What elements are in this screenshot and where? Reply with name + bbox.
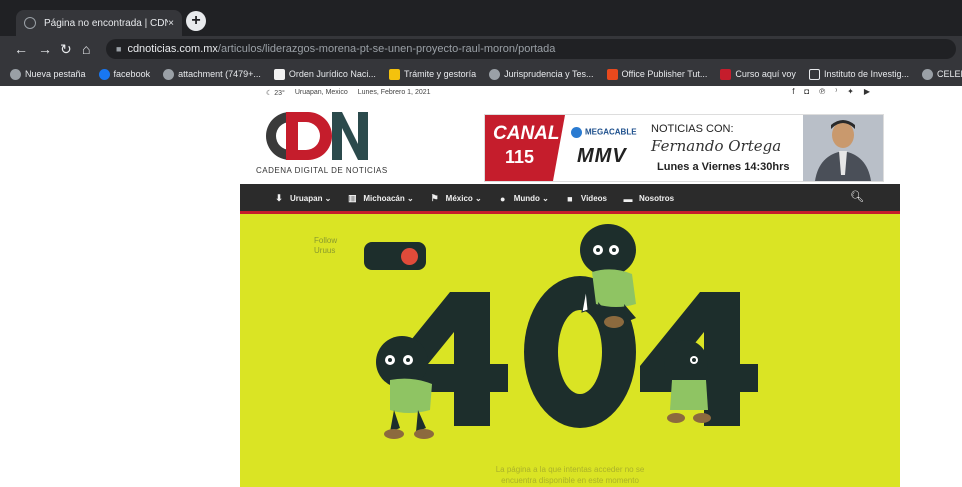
pin-icon: ⬇ (275, 193, 283, 203)
tab-title: Página no encontrada | CDN (44, 17, 169, 29)
twitter-icon[interactable]: ✦ (847, 87, 854, 96)
mmv-logo: MMV (577, 145, 627, 167)
address-bar[interactable]: ■ cdnoticias.com.mx /articulos/liderazgo… (106, 39, 956, 59)
facebook-icon[interactable]: f (792, 87, 794, 96)
bookmark-item[interactable]: Office Publisher Tut... (606, 68, 707, 80)
nav-mundo[interactable]: ● Mundo ⌄ (498, 193, 549, 204)
error-message: La página a la que intentas acceder no s… (495, 465, 645, 485)
bookmark-item[interactable]: Orden Jurídico Naci... (273, 68, 376, 80)
nav-michoacan[interactable]: ▥ Michoacán ⌄ (347, 193, 414, 204)
globe-icon (10, 68, 21, 80)
office-icon (606, 68, 618, 80)
nav-nosotros[interactable]: ▬ Nosotros (623, 193, 674, 204)
globe-icon: ● (500, 193, 506, 204)
error-404-hero: Follow Uruus La página a la que intentas… (240, 214, 900, 487)
course-icon (720, 68, 732, 80)
bookmark-item[interactable]: facebook (98, 68, 150, 80)
website: ☾ 23° Uruapan, Mexico Lunes, Febrero 1, … (240, 86, 900, 487)
browser-toolbar: ← → ↻ ⌂ ■ cdnoticias.com.mx /articulos/l… (0, 36, 962, 62)
top-info-strip: ☾ 23° Uruapan, Mexico Lunes, Febrero 1, … (240, 86, 900, 100)
nav-uruapan[interactable]: ⬇ Uruapan ⌄ (274, 193, 331, 204)
monitor-icon: ▬ (623, 193, 633, 204)
url-host: cdnoticias.com.mx (127, 43, 218, 55)
bookmark-item[interactable]: Nueva pestaña (10, 68, 86, 80)
nav-videos[interactable]: ■ Videos (565, 193, 607, 204)
browser-tab[interactable]: Página no encontrada | CDN × (16, 10, 182, 36)
institute-icon (808, 68, 820, 80)
nav-mexico[interactable]: ⚑ México ⌄ (430, 193, 482, 204)
banner-canal: CANAL (493, 123, 560, 144)
page-icon (273, 68, 285, 80)
rss-icon[interactable]: ⁾ (835, 87, 837, 96)
banner-host-signature: Fernando Ortega (651, 137, 782, 155)
character-left (376, 336, 434, 439)
bookmark-item[interactable]: Curso aquí voy (720, 68, 796, 80)
banner-hours: Lunes a Viernes 14:30hrs (657, 161, 790, 173)
logo-subtitle: CADENA DIGITAL DE NOTICIAS (256, 166, 388, 175)
page-favicon-icon (24, 17, 36, 29)
browser-tab-bar: Página no encontrada | CDN × + (0, 0, 962, 36)
404-illustration (376, 224, 758, 439)
bookmark-item[interactable]: attachment (7479+... (163, 68, 261, 80)
banner-noticias: NOTICIAS CON: (651, 123, 734, 135)
globe-icon (922, 68, 933, 80)
city-label: Uruapan, Mexico (294, 89, 348, 96)
bookmark-item[interactable]: CELEM (922, 68, 962, 80)
date-label: Lunes, Febrero 1, 2021 (357, 89, 431, 96)
flag-icon: ⚑ (430, 193, 439, 203)
video-icon: ■ (567, 193, 573, 204)
new-tab-button[interactable]: + (186, 11, 206, 31)
banner-channel-number: 115 (505, 147, 535, 167)
weather-temp: ☾ 23° (266, 90, 285, 97)
character-right (664, 340, 711, 423)
pinterest-icon[interactable]: ℗ (819, 87, 825, 96)
megacable-logo: MEGACABLE (571, 127, 637, 138)
back-arrow-icon[interactable]: ← (14, 41, 28, 57)
tab-close-icon[interactable]: × (168, 18, 174, 29)
cdn-logo[interactable]: CADENA DIGITAL DE NOTICIAS (250, 106, 390, 176)
bookmark-item[interactable]: Instituto de Investig... (808, 68, 909, 80)
lock-icon: ■ (116, 44, 122, 54)
presenter-photo (803, 115, 883, 181)
tv-ad-banner[interactable]: CANAL 115 MEGACABLE MMV NOTICIAS CON: Fe… (484, 114, 884, 182)
globe-icon (489, 68, 501, 80)
facebook-icon (98, 68, 110, 80)
instagram-icon[interactable]: ◘ (804, 87, 809, 96)
main-navbar: ⬇ Uruapan ⌄ ▥ Michoacán ⌄ ⚑ México ⌄ ● Mundo… (240, 184, 900, 214)
building-icon: ▥ (348, 193, 357, 203)
folder-icon (388, 68, 400, 80)
url-path: /articulos/liderazgos-morena-pt-se-unen-… (217, 43, 556, 55)
bookmark-item[interactable]: Trámite y gestoría (388, 68, 476, 80)
home-icon[interactable]: ⌂ (82, 41, 90, 57)
forward-arrow-icon[interactable]: → (38, 41, 52, 57)
reload-icon[interactable]: ↻ (60, 41, 72, 57)
youtube-icon[interactable]: ▶ (864, 87, 870, 96)
bookmark-item[interactable]: Jurisprudencia y Tes... (489, 68, 594, 80)
bookmarks-bar: Nueva pestaña facebook attachment (7479+… (0, 62, 962, 86)
attachment-icon (163, 68, 175, 80)
search-icon[interactable]: 🔍︎ (850, 190, 864, 203)
